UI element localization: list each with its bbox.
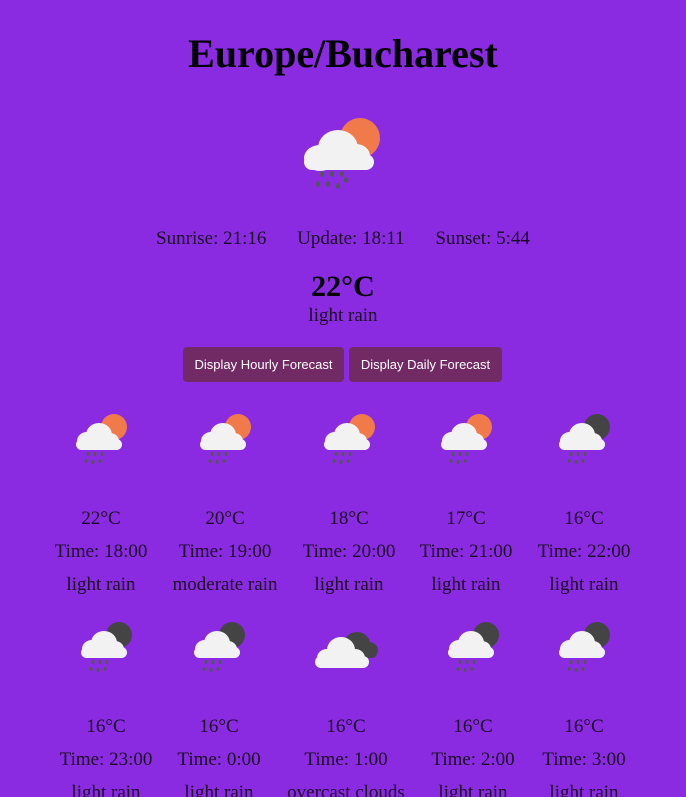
forecast-description: overcast clouds: [287, 782, 405, 797]
forecast-description: light rain: [549, 574, 619, 595]
forecast-temperature: 17°C: [446, 508, 486, 529]
overcast-clouds-icon: [281, 618, 411, 676]
forecast-time: Time: 3:00: [542, 749, 626, 770]
forecast-description: light rain: [66, 574, 136, 595]
city-title: Europe/Bucharest: [188, 31, 498, 76]
forecast-description: light rain: [184, 782, 254, 797]
forecast-temperature: 22°C: [81, 508, 121, 529]
forecast-temperature: 18°C: [329, 508, 369, 529]
rain-sun-icon: [298, 110, 388, 200]
sunset-text: Sunset: 5:44: [435, 228, 530, 249]
hourly-forecast-button[interactable]: Display Hourly Forecast: [183, 347, 344, 382]
rain-sun-icon: [160, 410, 290, 468]
current-temperature: 22°C: [311, 270, 375, 303]
forecast-card: 16°C Time: 3:00 light rain: [519, 618, 649, 797]
rain-moon-icon: [41, 618, 171, 676]
forecast-temperature: 16°C: [564, 508, 604, 529]
forecast-card: 16°C Time: 23:00 light rain: [41, 618, 171, 797]
forecast-time: Time: 20:00: [302, 541, 396, 562]
forecast-temperature: 16°C: [326, 716, 366, 737]
sun-times-row: Sunrise: 21:16 Update: 18:11 Sunset: 5:4…: [0, 226, 686, 252]
forecast-description: light rain: [71, 782, 141, 797]
rain-sun-icon: [36, 410, 166, 468]
forecast-time: Time: 21:00: [419, 541, 513, 562]
rain-moon-icon: [519, 618, 649, 676]
forecast-card: 16°C Time: 0:00 light rain: [154, 618, 284, 797]
forecast-card: 22°C Time: 18:00 light rain: [36, 410, 166, 601]
forecast-card: 20°C Time: 19:00 moderate rain: [160, 410, 290, 601]
rain-moon-icon: [154, 618, 284, 676]
daily-forecast-button[interactable]: Display Daily Forecast: [349, 347, 502, 382]
forecast-temperature: 16°C: [86, 716, 126, 737]
weather-page: Europe/Bucharest Sunrise: 21:16 Update: …: [0, 0, 686, 797]
forecast-card: 16°C Time: 1:00 overcast clouds: [281, 618, 411, 797]
forecast-card: 18°C Time: 20:00 light rain: [284, 410, 414, 601]
forecast-time: Time: 19:00: [178, 541, 272, 562]
current-description: light rain: [308, 305, 378, 326]
forecast-temperature: 16°C: [564, 716, 604, 737]
rain-moon-icon: [519, 410, 649, 468]
rain-sun-icon: [401, 410, 531, 468]
sunrise-text: Sunrise: 21:16: [156, 228, 267, 249]
forecast-card: 17°C Time: 21:00 light rain: [401, 410, 531, 601]
forecast-time: Time: 23:00: [59, 749, 153, 770]
forecast-description: light rain: [314, 574, 384, 595]
forecast-card: 16°C Time: 22:00 light rain: [519, 410, 649, 601]
forecast-time: Time: 22:00: [537, 541, 631, 562]
forecast-temperature: 16°C: [199, 716, 239, 737]
forecast-time: Time: 18:00: [54, 541, 148, 562]
update-text: Update: 18:11: [297, 228, 405, 249]
forecast-description: moderate rain: [172, 574, 278, 595]
forecast-temperature: 20°C: [205, 508, 245, 529]
forecast-time: Time: 0:00: [177, 749, 261, 770]
rain-sun-icon: [284, 410, 414, 468]
forecast-time: Time: 1:00: [304, 749, 388, 770]
forecast-description: light rain: [431, 574, 501, 595]
forecast-description: light rain: [549, 782, 619, 797]
